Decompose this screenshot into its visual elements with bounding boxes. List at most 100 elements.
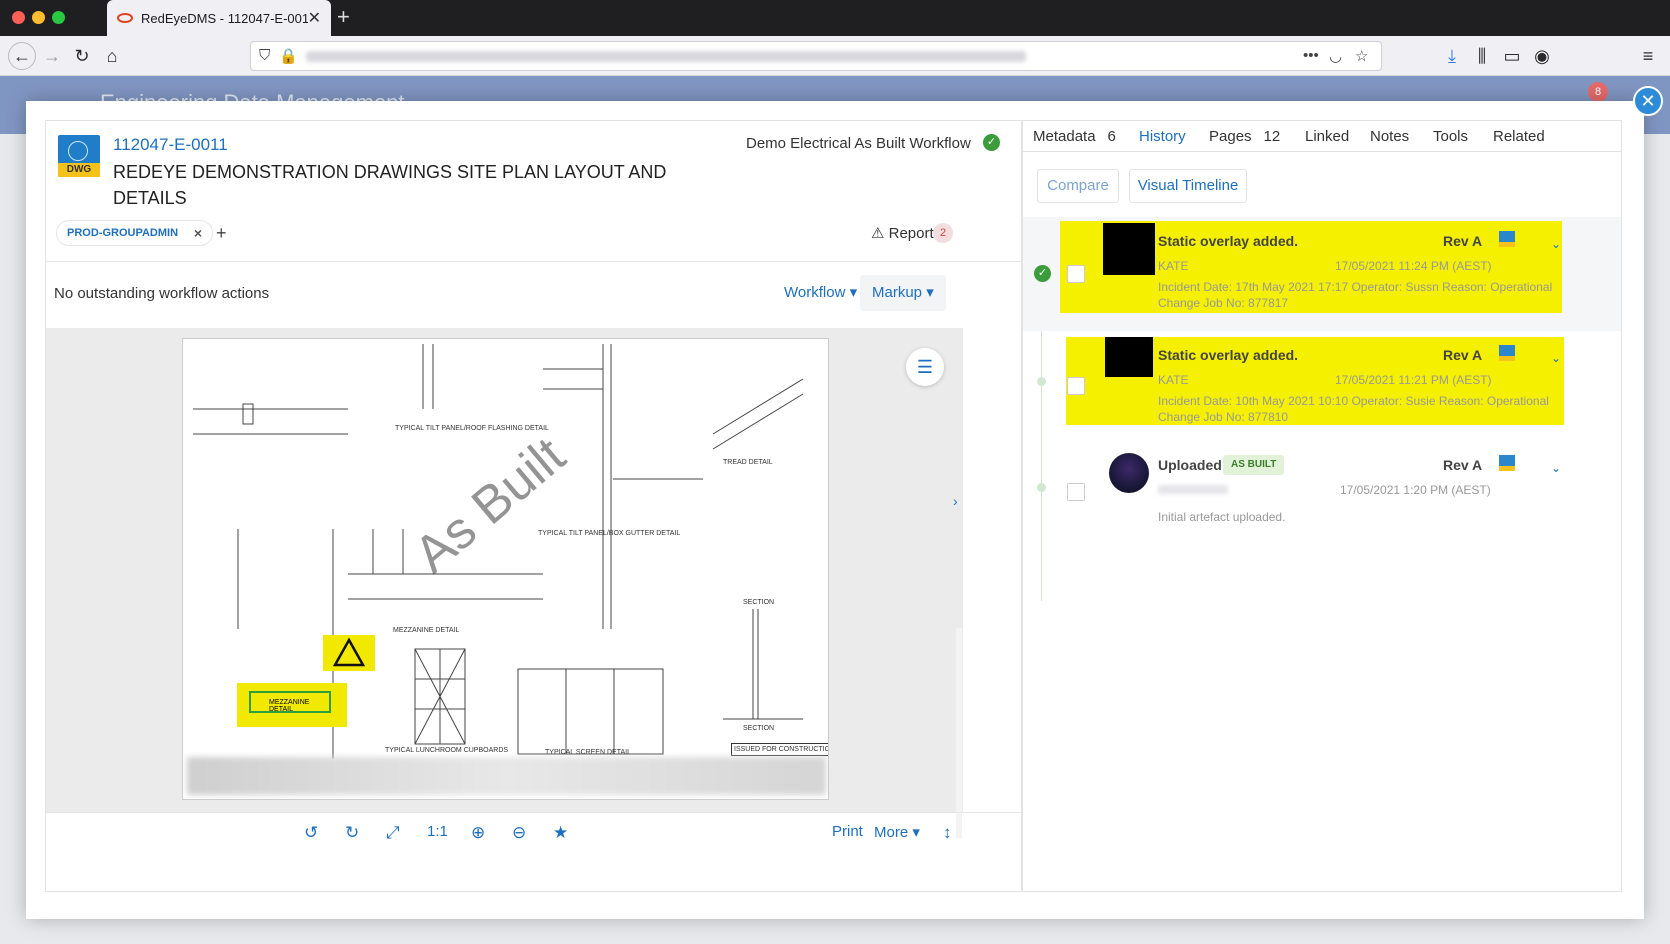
visual-timeline-button[interactable]: Visual Timeline [1129, 169, 1247, 203]
browser-tab-bar: RedEyeDMS - 112047-E-0011 ✕ + [0, 0, 1670, 36]
divider [46, 261, 1021, 262]
browser-tab[interactable]: RedEyeDMS - 112047-E-0011 ✕ [107, 0, 331, 36]
history-row[interactable]: ✓ Static overlay added. Rev A ⌄ KATE 17/… [1023, 217, 1621, 331]
tab-related[interactable]: Related [1493, 128, 1545, 145]
print-button[interactable]: Print [832, 823, 863, 840]
tab-count: 12 [1263, 128, 1281, 145]
zoom-in-icon[interactable]: ⊕ [471, 823, 485, 843]
report-button[interactable]: ⚠ Report [871, 224, 934, 242]
drawing-page[interactable]: TYPICAL TILT PANEL/ROOF FLASHING DETAIL … [182, 338, 829, 800]
forward-icon[interactable]: → [40, 44, 64, 68]
row-checkbox[interactable] [1067, 377, 1085, 395]
menu-icon[interactable]: ≡ [1636, 44, 1660, 68]
drawing-label: SECTION [743, 725, 775, 732]
downloads-icon[interactable]: ⤓ [1440, 44, 1464, 68]
history-timestamp: 17/05/2021 11:21 PM (AEST) [1335, 373, 1492, 387]
list-view-button[interactable]: ☰ [906, 348, 944, 386]
zoom-out-icon[interactable]: ⊖ [512, 823, 526, 843]
dwg-file-icon [1499, 345, 1515, 361]
tab-label: Metadata [1033, 128, 1096, 145]
caret-down-icon: ▾ [912, 824, 920, 841]
shield-icon[interactable]: ⛉ [259, 47, 270, 64]
more-dropdown-button[interactable]: More ▾ [874, 823, 920, 841]
drawing-label: ISSUED FOR CONSTRUCTION [731, 743, 828, 756]
home-icon[interactable]: ⌂ [100, 44, 124, 68]
revision-label: Rev A [1443, 347, 1483, 363]
tab-history[interactable]: History [1139, 128, 1186, 145]
history-timestamp: 17/05/2021 11:24 PM (AEST) [1335, 259, 1492, 273]
rotate-left-icon[interactable]: ↺ [304, 823, 318, 843]
document-number-link[interactable]: 112047-E-0011 [113, 135, 228, 155]
history-description: Incident Date: 10th May 2021 10:10 Opera… [1158, 394, 1549, 424]
chevron-down-icon[interactable]: ⌄ [1551, 351, 1561, 365]
drawing-label: MEZZANINE DETAIL [393, 627, 460, 634]
browser-navbar: ← → ↻ ⌂ ⛉ 🔒 ••• ◡ ☆ ⤓ ⫼ ▭ ◉ ≡ [0, 36, 1670, 76]
workflow-name: Demo Electrical As Built Workflow [746, 135, 971, 152]
tab-label: Related [1493, 128, 1545, 145]
history-user: KATE [1158, 373, 1189, 387]
row-checkbox[interactable] [1067, 483, 1085, 501]
url-bar[interactable]: ⛉ 🔒 ••• ◡ ☆ [250, 41, 1382, 71]
drawing-label: TYPICAL TILT PANEL/BOX GUTTER DETAIL [538, 530, 681, 537]
tab-linked[interactable]: Linked [1305, 128, 1349, 145]
modal-close-button[interactable]: ✕ [1633, 86, 1663, 116]
compare-button[interactable]: Compare [1037, 169, 1119, 203]
browser-tab-title: RedEyeDMS - 112047-E-0011 [141, 10, 308, 26]
workflow-dropdown-button[interactable]: Workflow ▾ [774, 275, 867, 311]
expand-panel-chevron-icon[interactable]: › [953, 493, 958, 509]
chevron-down-icon[interactable]: ⌄ [1551, 461, 1561, 475]
tab-tools[interactable]: Tools [1433, 128, 1468, 145]
mezzanine-highlight-overlay[interactable]: MEZZANINE DETAIL [237, 683, 347, 727]
drawing-label: TREAD DETAIL [723, 459, 773, 466]
chevron-down-icon[interactable]: ⌄ [1551, 237, 1561, 251]
fit-screen-icon[interactable]: ⤢ [386, 823, 400, 843]
viewer-scrollbar[interactable] [956, 628, 962, 838]
account-icon[interactable]: ◉ [1530, 44, 1554, 68]
history-description: Initial artefact uploaded. [1158, 510, 1286, 524]
history-description: Incident Date: 17th May 2021 17:17 Opera… [1158, 280, 1553, 310]
vertical-resize-icon[interactable]: ↕ [943, 823, 952, 843]
warning-overlay[interactable] [323, 635, 375, 671]
workflow-complete-icon: ✓ [983, 134, 1000, 151]
drawing-viewer[interactable]: TYPICAL TILT PANEL/ROOF FLASHING DETAIL … [46, 328, 963, 838]
history-row[interactable]: Static overlay added. Rev A ⌄ KATE 17/05… [1023, 331, 1621, 437]
outstanding-actions-text: No outstanding workflow actions [54, 285, 270, 302]
sidebar-icon[interactable]: ▭ [1500, 44, 1524, 68]
group-chip-label: PROD-GROUPADMIN [67, 227, 179, 239]
tab-pages[interactable]: Pages 12 [1209, 128, 1280, 145]
avatar [1105, 337, 1153, 377]
caret-down-icon: ▾ [849, 284, 858, 301]
tab-notes[interactable]: Notes [1370, 128, 1409, 145]
dwg-file-icon [1499, 231, 1515, 247]
url-text-blurred [306, 51, 1026, 62]
lock-icon[interactable]: 🔒 [279, 47, 298, 65]
pocket-icon[interactable]: ◡ [1329, 47, 1342, 65]
document-title: REDEYE DEMONSTRATION DRAWINGS SITE PLAN … [113, 162, 667, 208]
document-panel: DWG 112047-E-0011 REDEYE DEMONSTRATION D… [45, 120, 1022, 892]
favorite-star-icon[interactable]: ★ [553, 823, 568, 843]
bookmark-star-icon[interactable]: ☆ [1355, 47, 1368, 65]
dwg-file-icon [1499, 455, 1515, 471]
library-icon[interactable]: ⫼ [1470, 44, 1494, 68]
remove-group-icon[interactable]: × [194, 221, 202, 245]
actual-size-button[interactable]: 1:1 [427, 823, 448, 840]
warning-icon: ⚠ [871, 225, 885, 242]
close-tab-icon[interactable]: ✕ [308, 8, 321, 28]
add-group-icon[interactable]: + [216, 223, 227, 244]
new-tab-button[interactable]: + [337, 4, 350, 30]
minimize-window-button[interactable] [32, 11, 45, 24]
row-checkbox[interactable] [1067, 265, 1085, 283]
rotate-right-icon[interactable]: ↻ [345, 823, 359, 843]
notification-badge: 8 [1588, 82, 1608, 102]
close-window-button[interactable] [12, 11, 25, 24]
side-panel-tabs: Metadata 6 History Pages 12 Linked Notes T… [1023, 121, 1621, 151]
tab-metadata[interactable]: Metadata 6 [1033, 128, 1116, 145]
maximize-window-button[interactable] [52, 11, 65, 24]
back-icon[interactable]: ← [8, 42, 36, 70]
markup-dropdown-button[interactable]: Markup ▾ [860, 275, 946, 311]
page-actions-icon[interactable]: ••• [1303, 47, 1319, 64]
caret-down-icon: ▾ [926, 284, 934, 301]
group-chip[interactable]: PROD-GROUPADMIN × [56, 220, 214, 246]
reload-icon[interactable]: ↻ [70, 44, 94, 68]
history-row[interactable]: Uploaded AS BUILT Rev A ⌄ 17/05/2021 1:2… [1023, 437, 1621, 547]
